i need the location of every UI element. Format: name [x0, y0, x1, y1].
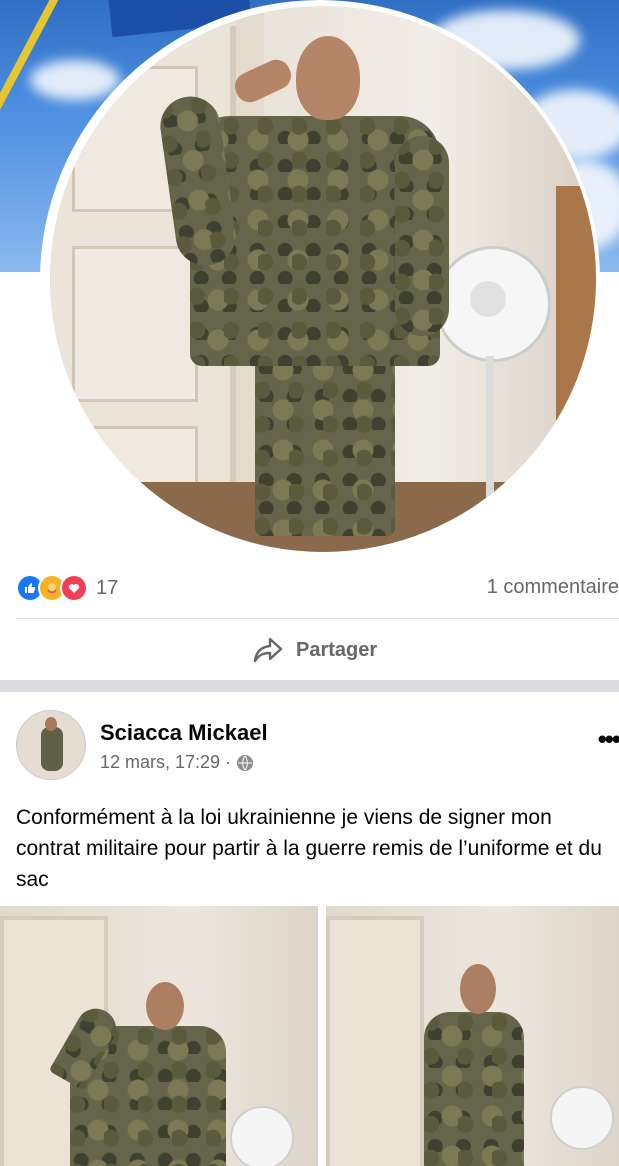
section-separator — [0, 680, 619, 692]
post-photo-2[interactable] — [326, 906, 619, 1166]
comments-count-link[interactable]: 1 commentaire — [487, 576, 619, 599]
share-button[interactable]: Partager — [252, 632, 377, 668]
share-arrow-icon — [253, 637, 283, 663]
divider — [16, 618, 619, 619]
avatar[interactable] — [16, 710, 86, 780]
more-options-icon[interactable]: ••• — [598, 724, 619, 755]
post-photo-1[interactable] — [0, 906, 318, 1166]
post-meta: 12 mars, 17:29 · — [100, 752, 254, 773]
profile-picture[interactable] — [50, 6, 596, 552]
post-author-name[interactable]: Sciacca Mickael — [100, 720, 268, 746]
reaction-count: 17 — [96, 576, 119, 599]
post-timestamp[interactable]: 12 mars, 17:29 · — [100, 752, 231, 773]
globe-icon — [237, 754, 254, 771]
post-text: Conformément à la loi ukrainienne je vie… — [16, 806, 602, 891]
love-icon — [60, 574, 88, 602]
reactions-summary[interactable]: 17 — [16, 574, 118, 602]
share-label: Partager — [296, 638, 378, 661]
